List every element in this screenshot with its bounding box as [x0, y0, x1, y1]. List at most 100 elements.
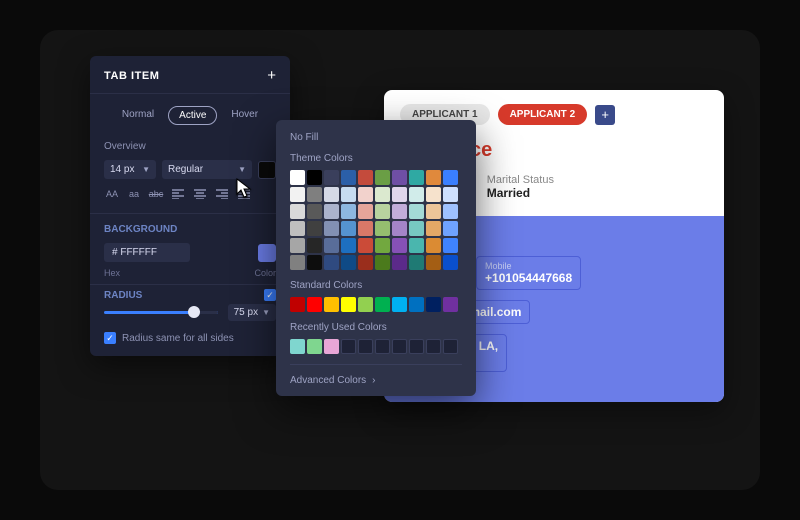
- color-swatch[interactable]: [375, 204, 390, 219]
- color-swatch[interactable]: [426, 187, 441, 202]
- color-swatch[interactable]: [358, 238, 373, 253]
- color-swatch[interactable]: [324, 255, 339, 270]
- color-swatch[interactable]: [290, 238, 305, 253]
- color-swatch[interactable]: [324, 339, 339, 354]
- color-swatch[interactable]: [392, 170, 407, 185]
- font-size-select[interactable]: 14 px ▼: [104, 160, 156, 179]
- color-swatch[interactable]: [409, 238, 424, 253]
- color-swatch[interactable]: [375, 238, 390, 253]
- color-swatch[interactable]: [409, 297, 424, 312]
- color-swatch[interactable]: [290, 255, 305, 270]
- hex-label: Hex: [90, 266, 134, 280]
- advanced-colors-button[interactable]: Advanced Colors ›: [290, 364, 462, 386]
- color-swatch[interactable]: [375, 297, 390, 312]
- color-swatch[interactable]: [426, 221, 441, 236]
- hex-input[interactable]: # FFFFFF: [104, 243, 190, 262]
- tab-applicant-2[interactable]: APPLICANT 2: [498, 104, 588, 125]
- radius-same-checkbox[interactable]: ✓: [104, 332, 116, 344]
- color-swatch[interactable]: [307, 187, 322, 202]
- add-button[interactable]: +: [267, 68, 276, 83]
- color-swatch[interactable]: [290, 221, 305, 236]
- color-swatch[interactable]: [443, 297, 458, 312]
- add-applicant-button[interactable]: +: [595, 105, 615, 125]
- color-swatch[interactable]: [392, 187, 407, 202]
- color-swatch[interactable]: [307, 339, 322, 354]
- color-swatch[interactable]: [443, 255, 458, 270]
- color-swatch[interactable]: [426, 238, 441, 253]
- color-swatch[interactable]: [307, 170, 322, 185]
- color-swatch[interactable]: [324, 238, 339, 253]
- color-swatch[interactable]: [358, 255, 373, 270]
- color-swatch[interactable]: [290, 339, 305, 354]
- color-swatch[interactable]: [307, 255, 322, 270]
- color-swatch[interactable]: [341, 221, 356, 236]
- color-swatch[interactable]: [443, 204, 458, 219]
- state-tab-hover[interactable]: Hover: [221, 106, 268, 125]
- align-justify-button[interactable]: [236, 189, 252, 199]
- align-left-button[interactable]: [170, 189, 186, 199]
- color-swatch[interactable]: [307, 297, 322, 312]
- color-swatch[interactable]: [324, 297, 339, 312]
- color-swatch[interactable]: [307, 221, 322, 236]
- color-swatch[interactable]: [324, 187, 339, 202]
- color-swatch[interactable]: [443, 170, 458, 185]
- color-swatch[interactable]: [324, 170, 339, 185]
- color-swatch[interactable]: [375, 221, 390, 236]
- mobile-field[interactable]: Mobile +101054447668: [476, 256, 581, 290]
- color-swatch[interactable]: [341, 170, 356, 185]
- strikethrough-button[interactable]: abc: [148, 189, 164, 199]
- color-swatch[interactable]: [358, 221, 373, 236]
- color-swatch[interactable]: [290, 170, 305, 185]
- color-swatch[interactable]: [392, 255, 407, 270]
- align-right-button[interactable]: [214, 189, 230, 199]
- color-swatch[interactable]: [392, 238, 407, 253]
- color-swatch[interactable]: [409, 221, 424, 236]
- color-swatch[interactable]: [307, 238, 322, 253]
- color-swatch[interactable]: [290, 187, 305, 202]
- color-swatch[interactable]: [392, 221, 407, 236]
- color-swatch[interactable]: [307, 204, 322, 219]
- color-swatch[interactable]: [443, 221, 458, 236]
- color-swatch[interactable]: [290, 204, 305, 219]
- state-tab-active[interactable]: Active: [168, 106, 217, 125]
- radius-slider[interactable]: [104, 311, 218, 314]
- state-tab-normal[interactable]: Normal: [112, 106, 164, 125]
- radius-link-checkbox[interactable]: ✓: [264, 289, 276, 301]
- align-center-button[interactable]: [192, 189, 208, 199]
- radius-value-input[interactable]: 75 px ▼: [228, 304, 276, 321]
- color-swatch[interactable]: [392, 297, 407, 312]
- color-swatch[interactable]: [375, 170, 390, 185]
- color-swatch[interactable]: [358, 297, 373, 312]
- color-swatch[interactable]: [324, 204, 339, 219]
- color-swatch[interactable]: [341, 255, 356, 270]
- color-swatch[interactable]: [426, 255, 441, 270]
- color-swatch[interactable]: [443, 238, 458, 253]
- color-swatch[interactable]: [341, 204, 356, 219]
- color-swatch[interactable]: [290, 297, 305, 312]
- color-swatch[interactable]: [409, 170, 424, 185]
- color-swatch[interactable]: [375, 187, 390, 202]
- radius-slider-thumb[interactable]: [188, 306, 200, 318]
- color-swatch[interactable]: [358, 187, 373, 202]
- color-swatch[interactable]: [409, 204, 424, 219]
- color-swatch[interactable]: [341, 297, 356, 312]
- color-swatch[interactable]: [375, 255, 390, 270]
- background-color-swatch[interactable]: [258, 244, 276, 262]
- color-swatch[interactable]: [426, 170, 441, 185]
- color-swatch[interactable]: [409, 255, 424, 270]
- color-swatch[interactable]: [341, 238, 356, 253]
- color-swatch[interactable]: [426, 204, 441, 219]
- color-swatch[interactable]: [392, 204, 407, 219]
- no-fill-option[interactable]: No Fill: [290, 132, 462, 143]
- uppercase-button[interactable]: AA: [104, 189, 120, 199]
- color-swatch[interactable]: [409, 187, 424, 202]
- color-swatch[interactable]: [341, 187, 356, 202]
- color-swatch[interactable]: [358, 170, 373, 185]
- font-weight-select[interactable]: Regular ▼: [162, 160, 252, 179]
- color-swatch[interactable]: [443, 187, 458, 202]
- color-swatch[interactable]: [426, 297, 441, 312]
- color-swatch[interactable]: [358, 204, 373, 219]
- font-color-trigger[interactable]: [258, 161, 276, 179]
- color-swatch[interactable]: [324, 221, 339, 236]
- lowercase-button[interactable]: aa: [126, 189, 142, 199]
